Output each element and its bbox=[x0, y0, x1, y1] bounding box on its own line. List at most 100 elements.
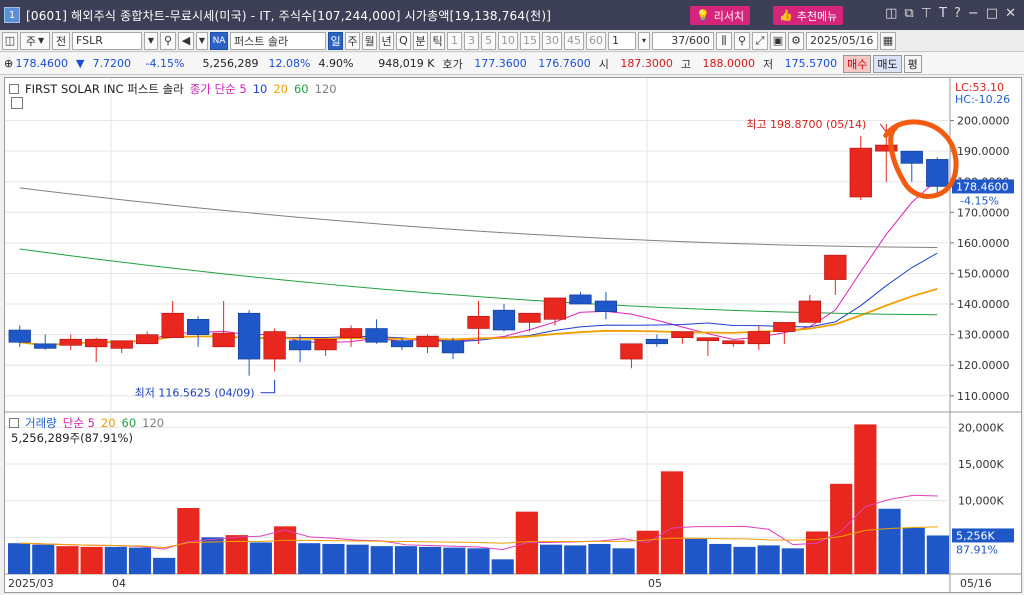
type-select[interactable]: 주 ▼ bbox=[20, 31, 50, 50]
count-input[interactable]: 1 bbox=[608, 31, 636, 50]
interval-tab-60[interactable]: 60 bbox=[586, 31, 606, 50]
save-icon[interactable]: ▣ bbox=[770, 31, 786, 50]
maximize-icon[interactable]: □ bbox=[986, 6, 998, 21]
lightbulb-icon: 💡 bbox=[696, 9, 710, 22]
ticker-input[interactable]: FSLR bbox=[72, 31, 142, 50]
volume-bar bbox=[854, 424, 877, 574]
restore-window-icon[interactable]: ⧉ bbox=[904, 6, 913, 21]
font-size-icon[interactable]: T bbox=[939, 6, 947, 21]
current-volume-text: 5,256K bbox=[956, 529, 995, 542]
high-price: 188.0000 bbox=[702, 57, 755, 70]
period-tab-0[interactable]: 일 bbox=[328, 31, 343, 50]
pin-icon[interactable]: ⊤ bbox=[921, 6, 932, 21]
chart-area[interactable]: 2025/03040505/16 200.0000190.0000180.000… bbox=[4, 77, 1022, 593]
ticker-dropdown-icon[interactable]: ▼ bbox=[144, 31, 158, 50]
volume-bar bbox=[733, 546, 756, 574]
date-label-start: 2025/03 bbox=[8, 577, 54, 590]
tool-icon[interactable]: ⤢ bbox=[752, 31, 768, 50]
indicator-readout: LC:53.10 HC:-10.26 bbox=[955, 82, 1010, 106]
eval-button[interactable]: 평 bbox=[903, 54, 922, 73]
layout-icon[interactable]: ◫ bbox=[885, 6, 897, 21]
period-tab-1[interactable]: 주 bbox=[345, 31, 360, 50]
volume-bar bbox=[322, 543, 345, 574]
close-icon[interactable]: ✕ bbox=[1005, 6, 1016, 21]
candle-body bbox=[85, 338, 108, 348]
interval-tab-3[interactable]: 3 bbox=[464, 31, 479, 50]
volume-bar bbox=[564, 545, 587, 574]
sell-button[interactable]: 매도 bbox=[873, 54, 902, 73]
current-pct-text: -4.15% bbox=[960, 194, 999, 207]
expand-icon[interactable]: ⊕ bbox=[0, 57, 13, 70]
candle-body bbox=[671, 331, 694, 338]
volume-bar bbox=[781, 548, 804, 574]
volume-ratio: 12.08% bbox=[268, 57, 311, 70]
search-icon[interactable]: ⚲ bbox=[160, 31, 176, 50]
candle-body bbox=[926, 159, 949, 187]
period-tab-5[interactable]: 분 bbox=[413, 31, 428, 50]
prefix-button[interactable]: 전 bbox=[52, 31, 70, 50]
volume-bar bbox=[153, 557, 176, 574]
minimize-icon[interactable]: − bbox=[968, 6, 979, 21]
zoom-icon[interactable]: ⚲ bbox=[734, 31, 750, 50]
volume-bar bbox=[346, 544, 369, 574]
volume-bar bbox=[8, 543, 31, 574]
volume-bar bbox=[612, 548, 635, 574]
volume-bar bbox=[588, 543, 611, 574]
price-tick-label: 150.0000 bbox=[957, 267, 1010, 280]
period-tab-6[interactable]: 틱 bbox=[430, 31, 445, 50]
price-tick-label: 200.0000 bbox=[957, 115, 1010, 128]
ma-10: 10 bbox=[252, 82, 268, 96]
volume-bar bbox=[298, 543, 321, 574]
stock-name-field[interactable]: 퍼스트 솔라 bbox=[230, 31, 326, 50]
speaker-dropdown-icon[interactable]: ▼ bbox=[196, 31, 208, 50]
vol-ma-60: 60 bbox=[121, 416, 137, 430]
volume-bar bbox=[370, 546, 393, 574]
count-stepper-icon[interactable]: ▾ bbox=[638, 31, 650, 50]
research-label: 리서치 bbox=[713, 9, 745, 23]
calendar-icon[interactable]: ▦ bbox=[880, 31, 896, 50]
candle-body bbox=[390, 340, 414, 348]
candle-body bbox=[773, 322, 796, 332]
candle-body bbox=[722, 340, 745, 345]
panel-toggle-icon[interactable]: ◫ bbox=[2, 31, 18, 50]
candle-body bbox=[314, 338, 337, 351]
interval-tab-5[interactable]: 5 bbox=[481, 31, 496, 50]
interval-tab-10[interactable]: 10 bbox=[498, 31, 518, 50]
interval-tab-1[interactable]: 1 bbox=[447, 31, 462, 50]
candle-body bbox=[696, 337, 720, 342]
vol-ma-20: 20 bbox=[100, 416, 116, 430]
type-select-label: 주 bbox=[25, 34, 36, 48]
period-tab-2[interactable]: 월 bbox=[362, 31, 377, 50]
volume-legend: 거래량 단순 5 20 60 120 bbox=[9, 415, 164, 431]
volume-axis-labels: 20,000K15,000K10,000K5,000K bbox=[958, 421, 1004, 544]
volume-bar bbox=[443, 547, 466, 574]
volume-ma5-line bbox=[19, 494, 938, 551]
legend-square-icon bbox=[9, 84, 19, 94]
period-tab-4[interactable]: Q bbox=[396, 31, 411, 50]
candle-settings-icon[interactable]: ⫼ bbox=[716, 31, 732, 50]
down-triangle-icon: ▼ bbox=[76, 57, 85, 70]
table-toggle-icon[interactable] bbox=[11, 97, 23, 109]
price-tick-label: 120.0000 bbox=[957, 359, 1010, 372]
recommend-menu-button[interactable]: 👍 추천메뉴 bbox=[773, 6, 844, 25]
gear-icon[interactable]: ⚙ bbox=[788, 31, 804, 50]
interval-tab-45[interactable]: 45 bbox=[564, 31, 584, 50]
volume-bar bbox=[128, 547, 152, 574]
ma-label: 종가 단순 5 bbox=[189, 82, 247, 96]
buy-button[interactable]: 매수 bbox=[843, 54, 872, 73]
help-icon[interactable]: ? bbox=[954, 6, 961, 21]
date-input[interactable]: 2025/05/16 bbox=[806, 31, 878, 50]
volume-tick-label: 20,000K bbox=[958, 421, 1004, 434]
speaker-icon[interactable]: ◀ bbox=[178, 31, 194, 50]
interval-tab-30[interactable]: 30 bbox=[542, 31, 562, 50]
price-volume-chart[interactable]: 2025/03040505/16 200.0000190.0000180.000… bbox=[5, 78, 1021, 592]
page-counter: 37/600 bbox=[652, 31, 714, 50]
period-tab-3[interactable]: 년 bbox=[379, 31, 394, 50]
stock-full-name: FIRST SOLAR INC 퍼스트 솔라 bbox=[25, 82, 184, 96]
interval-tab-15[interactable]: 15 bbox=[520, 31, 540, 50]
market-tag: NA bbox=[210, 31, 228, 50]
volume-bar bbox=[757, 545, 780, 574]
candle-body bbox=[620, 343, 643, 360]
candle-body bbox=[416, 335, 439, 348]
research-button[interactable]: 💡 리서치 bbox=[690, 6, 751, 25]
